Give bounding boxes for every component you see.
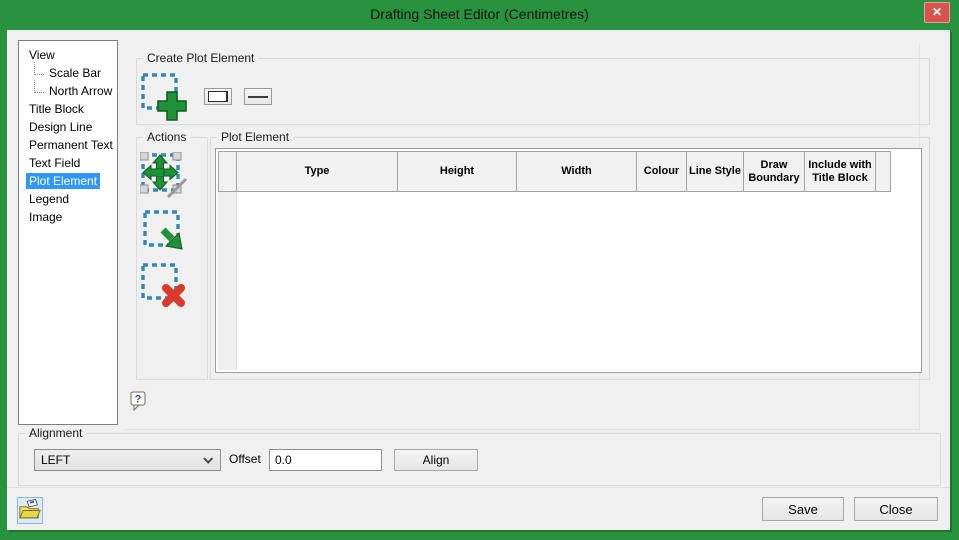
help-button[interactable]: ?: [130, 391, 148, 412]
actions-group: Actions: [136, 130, 208, 380]
column-header-line-style: Line Style: [686, 151, 744, 192]
close-icon: ✕: [931, 5, 943, 19]
offset-input[interactable]: [269, 449, 382, 471]
close-dialog-button[interactable]: Close: [854, 497, 938, 521]
line-element-button[interactable]: [244, 88, 272, 105]
add-plot-element-button[interactable]: [140, 72, 188, 122]
delete-x-icon: [141, 263, 185, 307]
title-bar[interactable]: Drafting Sheet Editor (Centimetres) ✕: [0, 0, 959, 30]
tree-item-label: Scale Bar: [49, 66, 102, 80]
align-button[interactable]: Align: [394, 449, 478, 471]
tree-item-title-block[interactable]: Title Block: [26, 100, 117, 118]
chevron-down-icon: [203, 453, 214, 464]
column-header-spacer: [218, 151, 237, 192]
tree-item-label-selected: Plot Element: [26, 173, 101, 189]
column-header-include-with-title-block: Include with Title Block: [804, 151, 876, 192]
footer-separator: [7, 487, 950, 488]
tree-item-legend[interactable]: Legend: [26, 190, 117, 208]
column-header-draw-boundary: Draw Boundary: [743, 151, 805, 192]
column-header-height: Height: [397, 151, 517, 192]
drafting-sheet-editor-window: Drafting Sheet Editor (Centimetres) ✕ Vi…: [0, 0, 959, 540]
rectangle-icon: [208, 91, 228, 102]
alignment-group: Alignment LEFT Offset Align: [18, 426, 941, 486]
tree-item-design-line[interactable]: Design Line: [26, 118, 117, 136]
tree-item-label: Title Block: [29, 102, 84, 116]
move-element-button[interactable]: [139, 151, 188, 199]
svg-text:?: ?: [135, 394, 142, 406]
column-header-colour: Colour: [636, 151, 687, 192]
alignment-dropdown[interactable]: LEFT: [34, 449, 221, 471]
actions-group-label: Actions: [143, 130, 191, 144]
align-button-label: Align: [422, 453, 450, 467]
open-file-button[interactable]: [17, 497, 43, 524]
window-title: Drafting Sheet Editor (Centimetres): [370, 6, 589, 22]
column-header-type: Type: [236, 151, 398, 192]
tree-connector: [34, 79, 44, 93]
open-folder-icon: [19, 498, 41, 519]
column-header-end-spacer: [875, 151, 891, 192]
tree-item-plot-element[interactable]: Plot Element: [26, 172, 117, 190]
tree-item-text-field[interactable]: Text Field: [26, 154, 117, 172]
tree-item-north-arrow[interactable]: North Arrow: [26, 79, 117, 100]
alignment-dropdown-value: LEFT: [41, 453, 71, 467]
tree-item-image[interactable]: Image: [26, 208, 117, 226]
alignment-group-label: Alignment: [25, 426, 87, 440]
tree-item-label: North Arrow: [49, 84, 113, 98]
help-icon: ?: [130, 391, 146, 412]
save-button-label: Save: [788, 501, 818, 517]
plot-element-group: Plot Element Type Height Width Colour Li…: [210, 130, 930, 380]
tree-item-label: Permanent Text: [29, 138, 113, 152]
close-button-label: Close: [879, 501, 913, 517]
create-plot-element-group: Create Plot Element: [136, 51, 930, 125]
tree-item-label: Design Line: [29, 120, 93, 134]
tree-item-label: Text Field: [29, 156, 81, 170]
offset-label: Offset: [229, 452, 261, 466]
save-button[interactable]: Save: [762, 497, 844, 521]
tree-item-label: Image: [29, 210, 63, 224]
close-button[interactable]: ✕: [924, 2, 950, 23]
tree-item-permanent-text[interactable]: Permanent Text: [26, 136, 117, 154]
tree-item-label: Legend: [29, 192, 70, 206]
delete-element-button[interactable]: [140, 262, 186, 308]
plot-element-table: Type Height Width Colour Line Style Draw…: [215, 148, 922, 373]
rectangle-element-button[interactable]: [204, 88, 232, 105]
tree-connector: [34, 61, 44, 75]
move-icon: [139, 151, 188, 199]
add-plot-element-icon: [141, 73, 187, 121]
element-tree: View Scale Bar North Arrow Title Block D…: [18, 40, 118, 425]
table-header-row: Type Height Width Colour Line Style Draw…: [218, 151, 891, 192]
create-plot-element-group-label: Create Plot Element: [143, 51, 259, 65]
resize-element-button[interactable]: [142, 209, 186, 253]
resize-arrow-icon: [143, 210, 183, 250]
plot-element-group-label: Plot Element: [217, 130, 294, 144]
column-header-width: Width: [516, 151, 637, 192]
line-icon: [248, 95, 268, 98]
